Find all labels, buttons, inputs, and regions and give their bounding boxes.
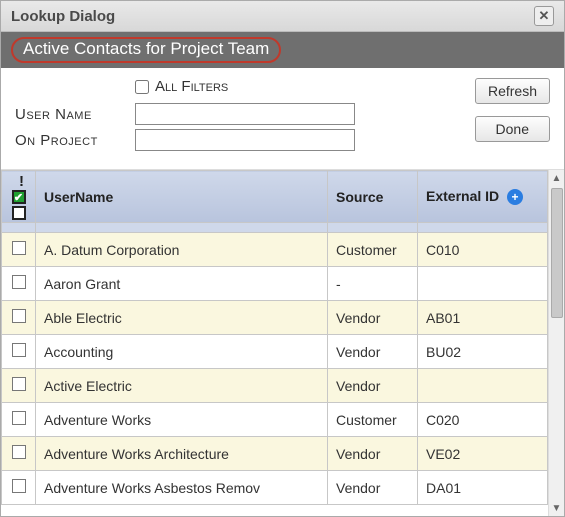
header-username[interactable]: UserName xyxy=(36,171,328,223)
cell-external-id: VE02 xyxy=(418,437,548,471)
table-row[interactable]: Adventure Works ArchitectureVendorVE02 xyxy=(2,437,548,471)
table-row[interactable]: Adventure Works Asbestos RemovVendorDA01 xyxy=(2,471,548,505)
row-checkbox[interactable] xyxy=(12,309,26,323)
close-button[interactable]: ✕ xyxy=(534,6,554,26)
header-external-id-label: External ID xyxy=(426,188,499,204)
on-project-label: On Project xyxy=(15,132,135,149)
cell-external-id: BU02 xyxy=(418,335,548,369)
all-filters-label: All Filters xyxy=(155,78,228,95)
scroll-up-icon[interactable]: ▲ xyxy=(549,170,564,186)
subtitle-text: Active Contacts for Project Team xyxy=(11,37,281,63)
all-filters-checkbox[interactable] xyxy=(135,80,149,94)
user-name-input[interactable] xyxy=(135,103,355,125)
cell-external-id: AB01 xyxy=(418,301,548,335)
table-row[interactable]: Aaron Grant- xyxy=(2,267,548,301)
cell-source: Customer xyxy=(328,233,418,267)
table-row[interactable]: Adventure WorksCustomerC020 xyxy=(2,403,548,437)
cell-username: Able Electric xyxy=(36,301,328,335)
scroll-thumb[interactable] xyxy=(551,188,563,318)
table-row[interactable]: Able ElectricVendorAB01 xyxy=(2,301,548,335)
cell-external-id: C020 xyxy=(418,403,548,437)
cell-username: Adventure Works xyxy=(36,403,328,437)
cell-source: Vendor xyxy=(328,301,418,335)
table-row[interactable]: AccountingVendorBU02 xyxy=(2,335,548,369)
table-row[interactable]: A. Datum CorporationCustomerC010 xyxy=(2,233,548,267)
plus-icon: + xyxy=(512,190,519,204)
titlebar: Lookup Dialog ✕ xyxy=(1,1,564,32)
cell-external-id: DA01 xyxy=(418,471,548,505)
cell-username: A. Datum Corporation xyxy=(36,233,328,267)
cell-username: Aaron Grant xyxy=(36,267,328,301)
exclaim-icon: ! xyxy=(2,173,35,190)
cell-source: Customer xyxy=(328,403,418,437)
cell-username: Adventure Works Asbestos Remov xyxy=(36,471,328,505)
subtitle-bar: Active Contacts for Project Team xyxy=(1,32,564,68)
cell-external-id xyxy=(418,369,548,403)
cell-username: Adventure Works Architecture xyxy=(36,437,328,471)
row-checkbox[interactable] xyxy=(12,275,26,289)
header-external-id[interactable]: External ID + xyxy=(418,171,548,223)
row-checkbox[interactable] xyxy=(12,377,26,391)
row-checkbox[interactable] xyxy=(12,343,26,357)
refresh-button[interactable]: Refresh xyxy=(475,78,550,104)
cell-source: Vendor xyxy=(328,369,418,403)
filters-panel: All Filters User Name On Project Refresh… xyxy=(1,68,564,170)
on-project-input[interactable] xyxy=(135,129,355,151)
cell-source: Vendor xyxy=(328,437,418,471)
row-checkbox[interactable] xyxy=(12,445,26,459)
add-column-button[interactable]: + xyxy=(507,189,523,205)
cell-source: Vendor xyxy=(328,335,418,369)
cell-external-id xyxy=(418,267,548,301)
dialog-title: Lookup Dialog xyxy=(11,8,115,25)
user-name-label: User Name xyxy=(15,106,135,123)
row-checkbox[interactable] xyxy=(12,479,26,493)
table-wrap: ! ✔ UserName Source External ID + xyxy=(1,170,564,516)
cell-source: Vendor xyxy=(328,471,418,505)
cell-username: Accounting xyxy=(36,335,328,369)
cell-username: Active Electric xyxy=(36,369,328,403)
results-table: ! ✔ UserName Source External ID + xyxy=(1,170,548,505)
done-button[interactable]: Done xyxy=(475,116,550,142)
header-check-column: ! ✔ xyxy=(2,171,36,223)
row-checkbox[interactable] xyxy=(12,241,26,255)
lookup-dialog: Lookup Dialog ✕ Active Contacts for Proj… xyxy=(0,0,565,517)
cell-source: - xyxy=(328,267,418,301)
table-row[interactable]: Active ElectricVendor xyxy=(2,369,548,403)
header-source[interactable]: Source xyxy=(328,171,418,223)
scrollbar[interactable]: ▲ ▼ xyxy=(548,170,564,516)
close-icon: ✕ xyxy=(539,8,550,24)
scroll-down-icon[interactable]: ▼ xyxy=(549,500,564,516)
deselect-all-checkbox[interactable] xyxy=(12,206,26,220)
row-checkbox[interactable] xyxy=(12,411,26,425)
cell-external-id: C010 xyxy=(418,233,548,267)
select-all-checkbox[interactable]: ✔ xyxy=(12,190,26,204)
